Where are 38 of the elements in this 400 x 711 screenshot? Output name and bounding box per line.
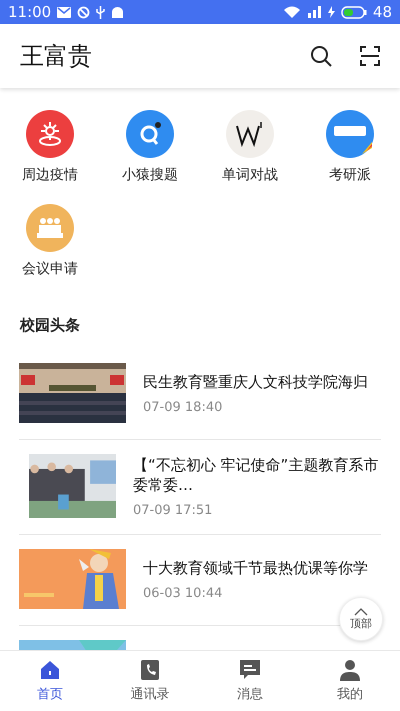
chevron-up-icon <box>354 608 368 616</box>
person-icon <box>339 659 361 681</box>
letter-w-icon <box>235 120 265 148</box>
app-shortcut[interactable]: 周边疫情 <box>0 110 100 184</box>
people-icon <box>36 216 64 240</box>
app-shortcut[interactable]: 会议申请 <box>0 204 100 278</box>
blocked-icon <box>77 6 90 18</box>
usb-icon <box>96 6 106 18</box>
android-icon <box>111 6 124 18</box>
nav-tab[interactable]: 首页 <box>0 651 100 711</box>
signal-icon <box>306 6 322 18</box>
news-title[interactable]: 【“不忘初心 牢记使命”主题教育系市委常委… <box>133 454 381 494</box>
nav-tab[interactable]: 我的 <box>300 651 400 711</box>
app-shortcut[interactable]: 考研派 <box>300 110 400 184</box>
app-shortcut[interactable]: 单词对战 <box>200 110 300 184</box>
back-to-top-button[interactable]: 顶部 <box>339 597 383 641</box>
wifi-icon <box>284 6 300 18</box>
news-title[interactable]: 十大教育领域千节最热优课等你学 <box>143 558 368 578</box>
news-title[interactable]: 民生教育暨重庆人文科技学院海归 <box>143 372 368 392</box>
status-time: 11:00 <box>8 3 52 21</box>
section-title: 校园头条 <box>20 316 81 335</box>
news-time: 06-03 10:44 <box>143 586 224 600</box>
mail-icon <box>57 6 72 18</box>
search-icon[interactable] <box>310 45 332 67</box>
battery-icon <box>340 6 367 18</box>
virus-icon <box>36 120 64 148</box>
home-icon <box>39 659 61 681</box>
scan-icon[interactable] <box>360 46 380 66</box>
battery-percent: 48 <box>372 3 392 21</box>
nav-tab[interactable]: 通讯录 <box>100 651 200 711</box>
chat-icon <box>239 659 261 681</box>
phone-book-icon <box>139 659 161 681</box>
news-time: 07-09 17:51 <box>133 502 214 518</box>
app-shortcut[interactable]: 小猿搜题 <box>100 110 200 184</box>
nav-tab[interactable]: 消息 <box>200 651 300 711</box>
news-time: 07-09 18:40 <box>143 400 224 414</box>
page-title: 王富贵 <box>20 41 93 72</box>
charging-icon <box>328 6 335 18</box>
